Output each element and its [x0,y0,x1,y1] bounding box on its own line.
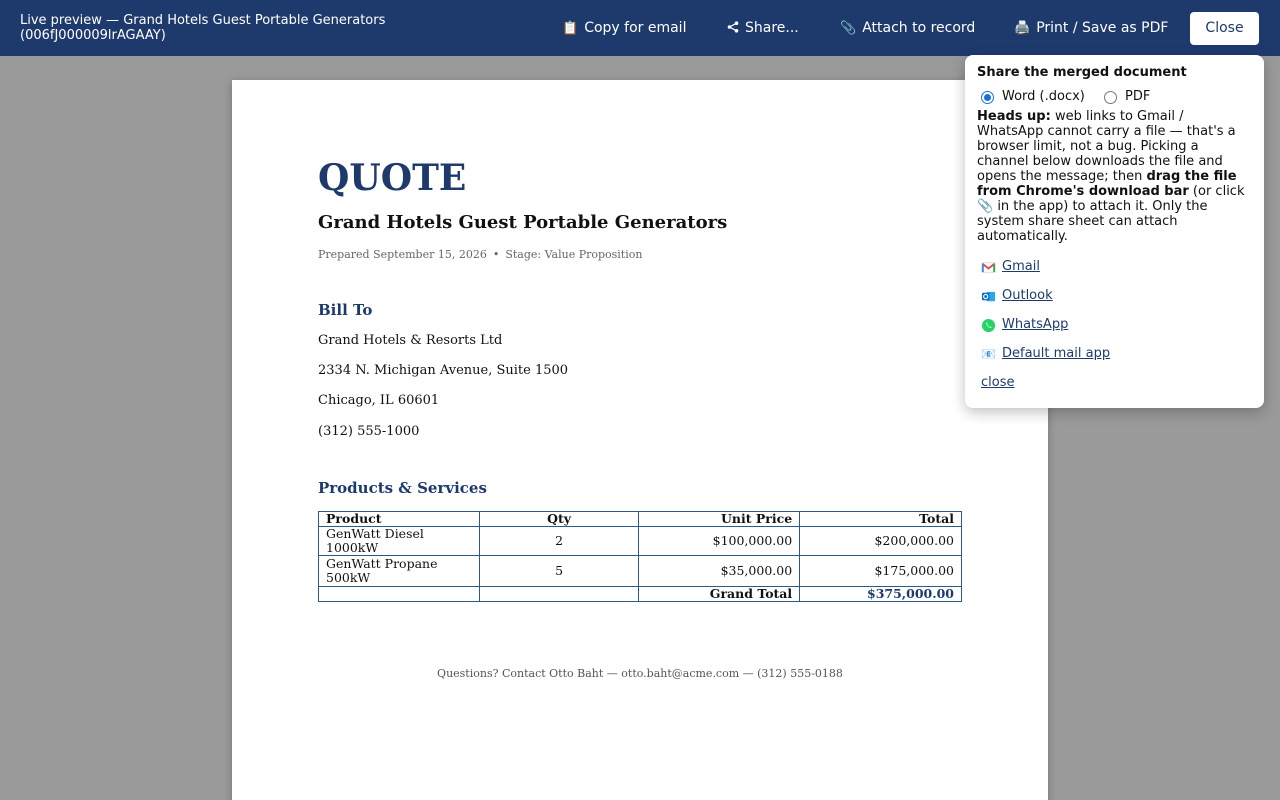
default-mail-link[interactable]: Default mail app [1002,346,1110,362]
format-word-option[interactable]: Word (.docx) [981,88,1085,106]
meta-separator: • [492,248,500,261]
outlook-link[interactable]: Outlook [1002,288,1053,304]
share-icon [727,19,739,39]
popover-close-link[interactable]: close [981,375,1014,390]
total-cell: $175,000.00 [799,555,962,587]
print-save-pdf-label: Print / Save as PDF [1036,20,1169,36]
top-bar: Live preview — Grand Hotels Guest Portab… [0,0,1280,56]
attach-to-record-label: Attach to record [862,20,976,36]
share-label: Share... [745,20,799,36]
preview-title: Live preview — Grand Hotels Guest Portab… [20,13,386,43]
whatsapp-link[interactable]: WhatsApp [1002,317,1068,333]
table-header-row: Product Qty Unit Price Total [318,511,962,527]
document-subtitle: Grand Hotels Guest Portable Generators [318,212,728,233]
format-pdf-label: PDF [1125,89,1151,104]
notice-heads-up: Heads up: [977,109,1051,124]
qty-cell: 2 [478,526,640,556]
channel-outlook[interactable]: Outlook [981,288,1053,304]
document-title: QUOTE [318,157,467,199]
qty-cell: 5 [478,555,640,587]
copy-for-email-label: Copy for email [584,20,687,36]
format-word-radio[interactable] [981,90,994,104]
unit-price-cell: $100,000.00 [638,526,801,556]
share-popover-heading: Share the merged document [977,65,1187,80]
table-row: GenWatt Propane 500kW 5 $35,000.00 $175,… [318,555,962,587]
format-pdf-option[interactable]: PDF [1104,88,1150,106]
clipboard-icon: 📋 [562,21,579,36]
column-header-total: Total [799,511,962,527]
empty-cell [478,586,640,602]
mail-icon: 📧 [981,346,996,361]
products-table: Product Qty Unit Price Total GenWatt Die… [318,511,962,602]
gmail-icon [981,260,996,275]
share-button[interactable]: Share... [727,18,799,39]
share-notice: Heads up: web links to Gmail / WhatsApp … [977,109,1253,244]
document-page: QUOTE Grand Hotels Guest Portable Genera… [232,80,1048,800]
grand-total-row: Grand Total $375,000.00 [318,586,962,602]
product-cell: GenWatt Diesel 1000kW [318,526,480,556]
share-popover: Share the merged document Word (.docx) P… [965,55,1264,408]
print-save-pdf-button[interactable]: 🖨️ Print / Save as PDF [1014,18,1168,39]
copy-for-email-button[interactable]: 📋 Copy for email [562,18,686,39]
column-header-unit-price: Unit Price [638,511,801,527]
attach-to-record-button[interactable]: 📎 Attach to record [840,18,975,39]
column-header-product: Product [318,511,480,527]
format-word-label: Word (.docx) [1002,89,1085,104]
channel-gmail[interactable]: Gmail [981,259,1040,275]
unit-price-cell: $35,000.00 [638,555,801,587]
prepared-date: Prepared September 15, 2026 [318,248,487,261]
channel-default-mail[interactable]: 📧 Default mail app [981,346,1110,362]
gmail-link[interactable]: Gmail [1002,259,1040,275]
bill-to-city: Chicago, IL 60601 [318,393,440,408]
outlook-icon [981,289,996,304]
column-header-qty: Qty [478,511,640,527]
total-cell: $200,000.00 [799,526,962,556]
channel-whatsapp[interactable]: WhatsApp [981,317,1068,333]
whatsapp-icon [981,318,996,333]
close-button[interactable]: Close [1190,12,1259,45]
empty-cell [318,586,480,602]
document-footer: Questions? Contact Otto Baht — otto.baht… [437,667,843,680]
document-meta: Prepared September 15, 2026 • Stage: Value… [318,248,642,262]
bill-to-heading: Bill To [318,301,373,319]
products-heading: Products & Services [318,479,487,497]
stage-label: Stage: Value Proposition [505,248,643,261]
bill-to-company: Grand Hotels & Resorts Ltd [318,333,503,348]
paperclip-icon: 📎 [840,21,857,36]
printer-icon: 🖨️ [1014,21,1031,36]
grand-total-label: Grand Total [638,586,801,602]
table-row: GenWatt Diesel 1000kW 2 $100,000.00 $200… [318,526,962,556]
bill-to-street: 2334 N. Michigan Avenue, Suite 1500 [318,363,569,378]
grand-total-value: $375,000.00 [799,586,962,602]
product-cell: GenWatt Propane 500kW [318,555,480,587]
bill-to-phone: (312) 555-1000 [318,424,420,439]
format-pdf-radio[interactable] [1104,90,1117,104]
